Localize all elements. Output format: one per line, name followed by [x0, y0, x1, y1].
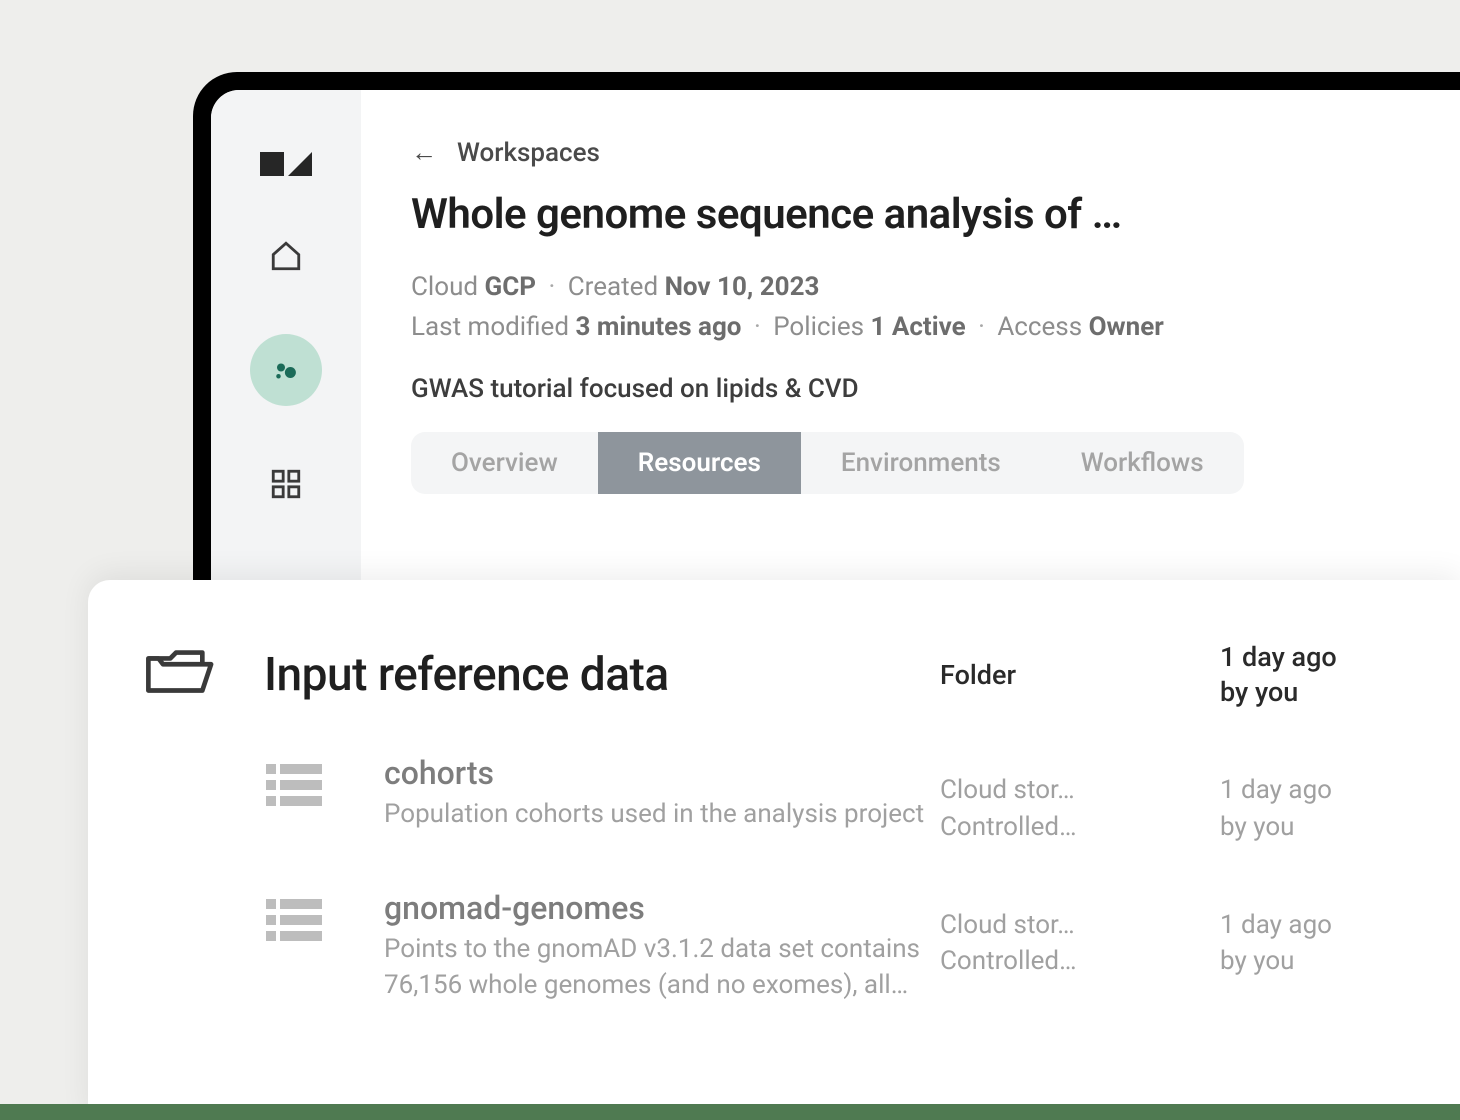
storage-icon [144, 889, 322, 941]
grid-icon [269, 467, 303, 501]
tab-resources[interactable]: Resources [598, 432, 801, 494]
tab-workflows[interactable]: Workflows [1041, 432, 1244, 494]
footer-strip [0, 1104, 1460, 1120]
folder-open-icon [144, 645, 264, 705]
sidebar-item-home[interactable] [250, 220, 322, 292]
resource-type: Cloud stor… Controlled… [940, 889, 1220, 980]
tab-overview[interactable]: Overview [411, 432, 598, 494]
page-title: Whole genome sequence analysis of … [411, 190, 1460, 239]
resource-description: Points to the gnomAD v3.1.2 data set con… [384, 931, 940, 1004]
back-arrow-icon[interactable]: ← [411, 140, 437, 166]
resource-title: gnomad-genomes [384, 889, 940, 927]
meta-line-2: Last modified 3 minutes ago · Policies 1… [411, 307, 1460, 347]
sidebar-item-workspaces[interactable] [250, 334, 322, 406]
sidebar-item-apps[interactable] [250, 448, 322, 520]
resource-title: cohorts [384, 754, 940, 792]
resource-type: Cloud stor… Controlled… [940, 754, 1220, 845]
panel-time: 1 day ago by you [1220, 640, 1460, 710]
breadcrumb-label: Workspaces [457, 138, 600, 168]
tab-environments[interactable]: Environments [801, 432, 1041, 494]
app-logo-icon [260, 146, 312, 178]
meta-line-1: Cloud GCP · Created Nov 10, 2023 [411, 267, 1460, 307]
home-icon [269, 239, 303, 273]
resource-time: 1 day ago by you [1220, 754, 1460, 845]
resource-time: 1 day ago by you [1220, 889, 1460, 980]
workspace-description: GWAS tutorial focused on lipids & CVD [411, 374, 1460, 404]
resource-row[interactable]: gnomad-genomes Points to the gnomAD v3.1… [144, 889, 1460, 1004]
tabs: Overview Resources Environments Workflow… [411, 432, 1244, 494]
panel-type-label: Folder [940, 659, 1220, 691]
breadcrumb[interactable]: ← Workspaces [411, 138, 1460, 168]
panel-title: Input reference data [264, 648, 940, 702]
resource-row[interactable]: cohorts Population cohorts used in the a… [144, 754, 1460, 845]
panel-header-row[interactable]: Input reference data Folder 1 day ago by… [144, 640, 1460, 710]
storage-icon [144, 754, 322, 806]
resource-description: Population cohorts used in the analysis … [384, 796, 940, 832]
workspaces-dots-icon [271, 355, 301, 385]
resource-panel: Input reference data Folder 1 day ago by… [88, 580, 1460, 1120]
